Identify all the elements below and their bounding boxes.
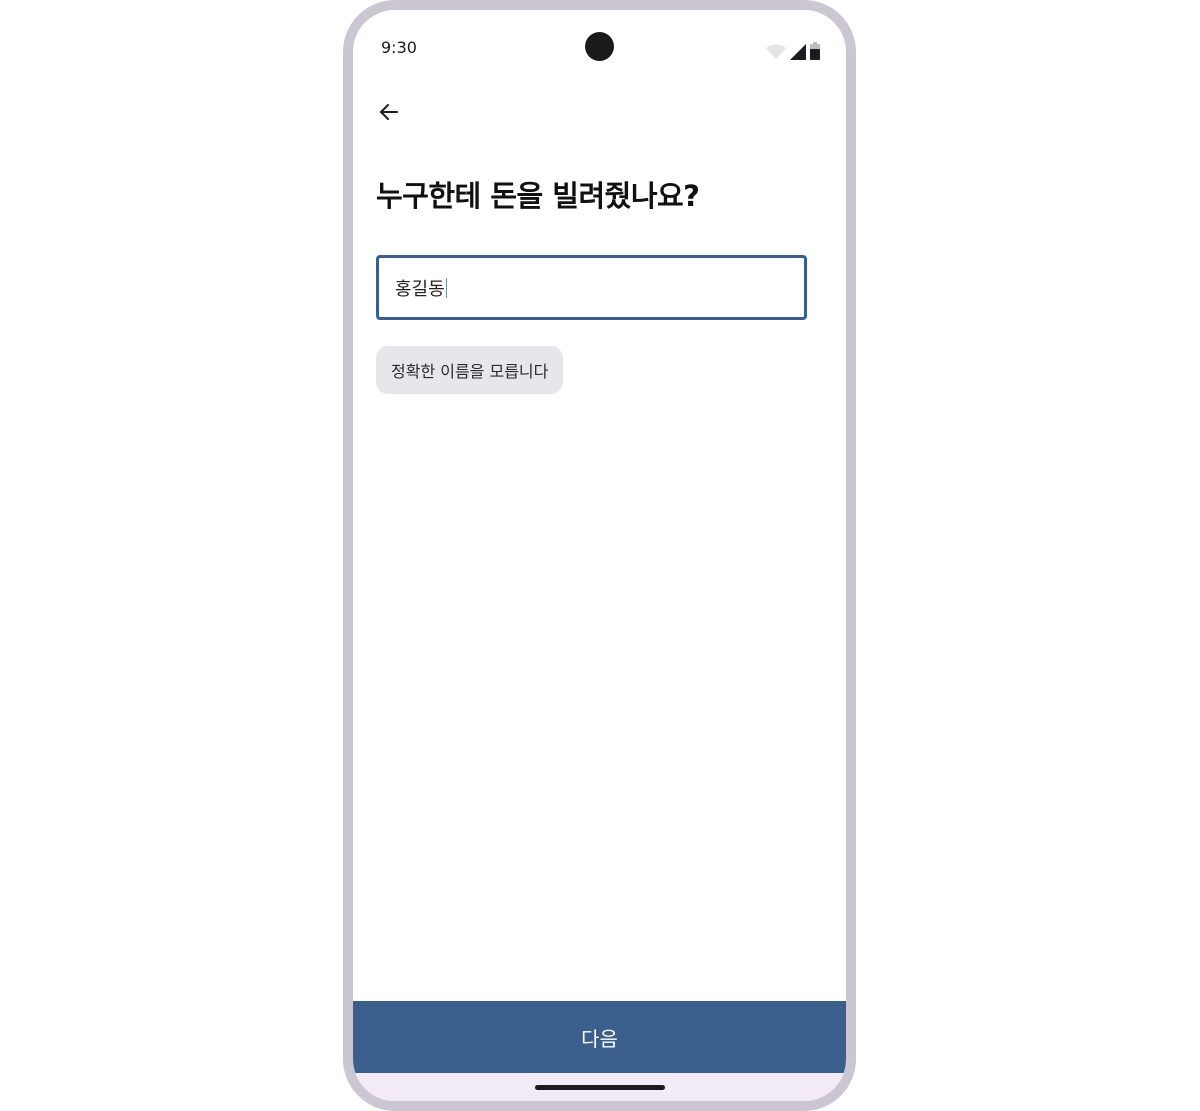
arrow-left-icon <box>377 100 401 128</box>
home-indicator[interactable] <box>535 1085 665 1090</box>
cell-signal-icon <box>790 44 806 60</box>
status-bar: 9:30 <box>353 10 846 90</box>
system-nav-bar <box>353 1073 846 1101</box>
wifi-icon <box>766 44 786 60</box>
next-button[interactable]: 다음 <box>353 1001 846 1073</box>
status-icons <box>766 42 820 60</box>
name-input-value: 홍길동 <box>395 278 445 300</box>
back-button[interactable] <box>369 94 409 134</box>
status-time: 9:30 <box>381 38 417 57</box>
text-cursor <box>445 277 447 298</box>
front-camera <box>585 32 614 61</box>
page-title: 누구한테 돈을 빌려줬나요? <box>376 179 700 213</box>
phone-frame: 9:30 누구한테 돈을 빌려줬나요? 홍길동 정확한 이름을 모릅니다 다음 <box>343 0 856 1111</box>
battery-icon <box>810 42 820 60</box>
unknown-name-chip[interactable]: 정확한 이름을 모릅니다 <box>376 346 564 394</box>
name-input[interactable]: 홍길동 <box>376 255 807 320</box>
app-screen: 9:30 누구한테 돈을 빌려줬나요? 홍길동 정확한 이름을 모릅니다 다음 <box>353 10 846 1101</box>
